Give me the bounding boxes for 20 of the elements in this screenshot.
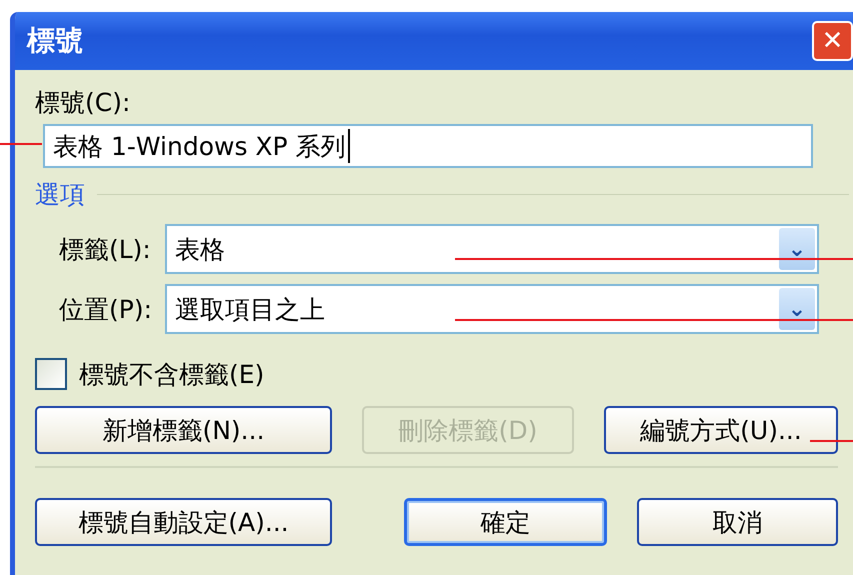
dropdown-button[interactable]: ⌄ — [779, 228, 815, 270]
dialog-button[interactable]: 確定 — [404, 498, 607, 546]
leader-line — [0, 143, 42, 145]
dialog-button[interactable]: 新增標籤(N)... — [35, 406, 332, 454]
caption-field[interactable]: 表格 1-Windows XP 系列 — [43, 124, 813, 168]
leader-line — [810, 440, 853, 442]
dialog-button[interactable]: 編號方式(U)... — [604, 406, 838, 454]
checkbox[interactable] — [35, 358, 67, 390]
dropdown-field[interactable]: 選取項目之上 ⌄ — [165, 284, 819, 334]
dropdown-field[interactable]: 表格 ⌄ — [165, 224, 819, 274]
dialog-button[interactable]: 取消 — [637, 498, 838, 546]
close-button[interactable]: ✕ — [812, 21, 853, 61]
dropdown-button[interactable]: ⌄ — [779, 288, 815, 330]
field-label: 位置(P): — [58, 294, 154, 326]
checkbox-label: 標號不含標籤(E) — [79, 358, 264, 390]
group-title: 選項 — [35, 178, 85, 210]
dialog-button[interactable]: 標號自動設定(A)... — [35, 498, 332, 546]
field-label: 標號(C): — [35, 87, 132, 119]
window-title: 標號 — [27, 23, 83, 59]
field-label: 標籤(L): — [58, 234, 152, 266]
